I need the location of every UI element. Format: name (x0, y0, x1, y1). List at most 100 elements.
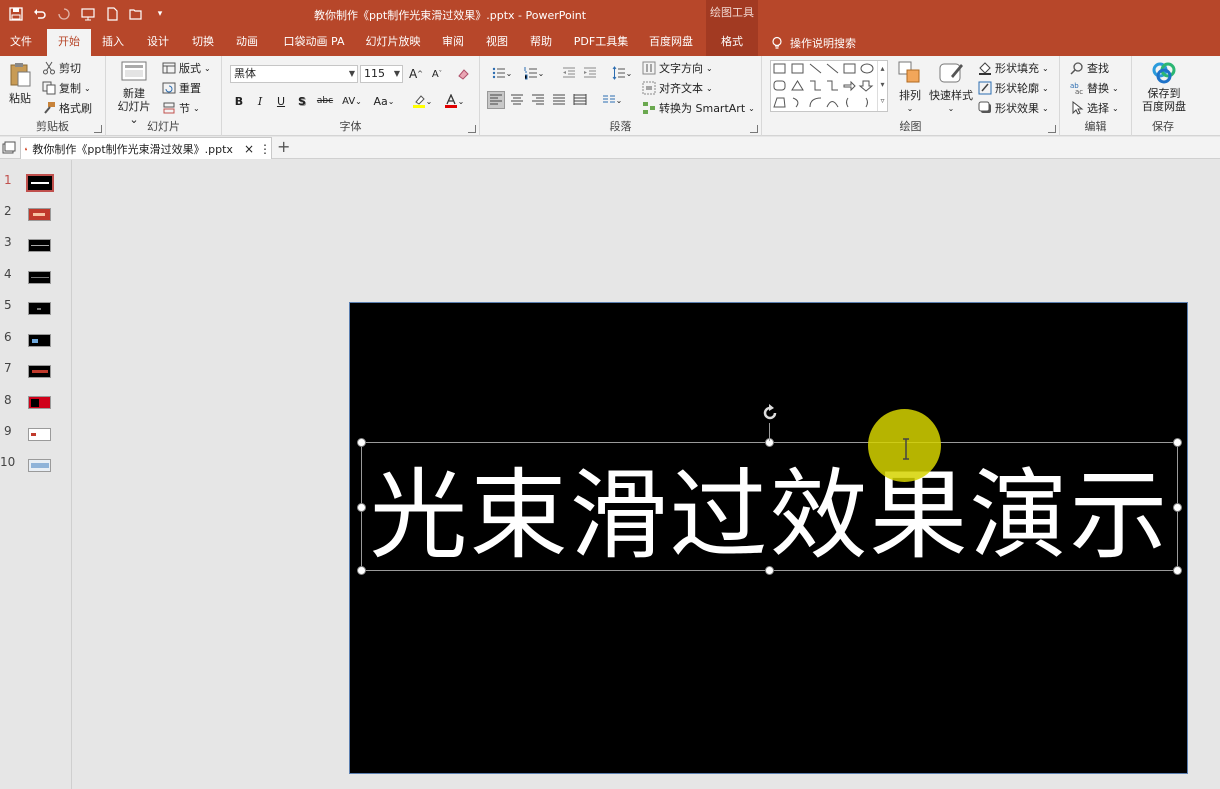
grow-font-button[interactable]: A ^ (407, 65, 425, 83)
new-slide-button[interactable]: 新建 幻灯片 ⌄ (112, 60, 156, 126)
italic-button[interactable]: I (251, 92, 269, 110)
resize-handle-bottom[interactable] (765, 566, 774, 575)
slide-thumbnail-2[interactable] (28, 208, 51, 221)
tab-home[interactable]: 开始 (47, 29, 91, 56)
drawing-launcher-icon[interactable] (1048, 125, 1056, 133)
resize-handle-bottom-left[interactable] (357, 566, 366, 575)
tab-view-toggle-icon[interactable] (2, 141, 16, 158)
columns-button[interactable]: ⌄ (598, 91, 626, 109)
find-button[interactable]: 查找 (1070, 60, 1109, 76)
shape-effects-button[interactable]: 形状效果 ⌄ (978, 100, 1049, 116)
paragraph-group-label: 段落 (609, 120, 632, 133)
tab-baidu-netdisk[interactable]: 百度网盘 (644, 29, 698, 56)
close-tab-icon[interactable]: × (244, 142, 254, 156)
tab-format[interactable]: 格式 (706, 29, 758, 56)
strikethrough-button[interactable]: abc (314, 92, 336, 110)
resize-handle-left[interactable] (357, 503, 366, 512)
quick-styles-button[interactable]: 快速样式 ⌄ (928, 60, 974, 115)
rotate-handle-icon[interactable] (760, 403, 780, 423)
reset-button[interactable]: 重置 (162, 80, 201, 96)
arrange-button[interactable]: 排列 ⌄ (894, 60, 926, 115)
new-tab-icon[interactable]: + (277, 137, 290, 157)
align-center-button[interactable] (508, 91, 526, 109)
slide-thumbnail-1[interactable] (26, 174, 54, 192)
slide-title-text[interactable]: 光束滑过效果演示 (362, 443, 1177, 573)
change-case-button[interactable]: Aa ⌄ (370, 92, 398, 110)
tab-view[interactable]: 视图 (480, 29, 514, 56)
slide-thumbnail-3[interactable] (28, 239, 51, 252)
distributed-button[interactable] (571, 91, 589, 109)
numbering-button[interactable]: ⌄ (520, 64, 548, 82)
paragraph-launcher-icon[interactable] (750, 125, 758, 133)
line-spacing-button[interactable]: ⌄ (608, 64, 636, 82)
tell-me-search[interactable]: 操作说明搜索 (770, 29, 856, 56)
layout-button[interactable]: 版式 ⌄ (162, 60, 211, 76)
copy-button[interactable]: 复制 ⌄ (42, 80, 91, 96)
align-left-button[interactable] (487, 91, 505, 109)
save-to-label-1: 保存到 (1147, 87, 1181, 100)
slide-canvas[interactable]: 光束滑过效果演示 (349, 302, 1188, 774)
resize-handle-top-left[interactable] (357, 438, 366, 447)
resize-handle-bottom-right[interactable] (1173, 566, 1182, 575)
quick-styles-label: 快速样式 (929, 89, 973, 102)
title-text-box[interactable]: 光束滑过效果演示 (357, 438, 1182, 575)
text-direction-button[interactable]: 文字方向 ⌄ (642, 60, 713, 76)
highlight-color-button[interactable]: ⌄ (408, 92, 436, 110)
increase-indent-icon (584, 67, 596, 78)
tab-animations[interactable]: 动画 (230, 29, 264, 56)
rotate-handle-stem (769, 423, 770, 441)
tab-menu-icon[interactable]: ⋮ (259, 142, 271, 156)
document-tab-bar: P 教你制作《ppt制作光束滑过效果》.pptx × ⋮ + (0, 137, 1220, 159)
replace-button[interactable]: ab ac 替换 ⌄ (1070, 80, 1119, 96)
save-to-baidu-button[interactable]: 保存到 百度网盘 (1136, 62, 1192, 113)
editing-group-label: 编辑 (1084, 120, 1107, 133)
bullets-button[interactable]: ⌄ (488, 64, 516, 82)
format-painter-button[interactable]: 格式刷 (42, 100, 92, 116)
font-color-button[interactable]: ⌄ (440, 92, 468, 110)
clear-formatting-button[interactable] (454, 65, 472, 83)
cut-button[interactable]: 剪切 (42, 60, 81, 76)
gallery-scroll-icon[interactable]: ▴ ▾ ▿ (877, 61, 887, 111)
slide-thumbnail-5[interactable] (28, 302, 51, 315)
shape-effects-label: 形状效果 (995, 102, 1039, 115)
font-size-combo[interactable]: 115 ▼ (360, 65, 403, 83)
underline-button[interactable]: U (272, 92, 290, 110)
slide-thumbnail-4[interactable] (28, 271, 51, 284)
paste-button[interactable]: 粘贴 (5, 61, 35, 105)
increase-indent-button[interactable] (581, 64, 599, 82)
slide-thumbnail-10[interactable] (28, 459, 51, 472)
select-button[interactable]: 选择 ⌄ (1070, 100, 1119, 116)
tab-pdf-tools[interactable]: PDF工具集 (568, 29, 634, 56)
align-right-button[interactable] (529, 91, 547, 109)
resize-handle-top-right[interactable] (1173, 438, 1182, 447)
tab-insert[interactable]: 插入 (96, 29, 130, 56)
font-launcher-icon[interactable] (468, 125, 476, 133)
shrink-font-button[interactable]: Aˇ (428, 65, 446, 83)
tab-transitions[interactable]: 切换 (186, 29, 220, 56)
font-name-combo[interactable]: 黑体 ▼ (230, 65, 358, 83)
align-text-button[interactable]: 对齐文本 ⌄ (642, 80, 713, 96)
character-spacing-button[interactable]: AV ⌄ (338, 92, 366, 110)
clipboard-launcher-icon[interactable] (94, 125, 102, 133)
slide-thumbnail-6[interactable] (28, 334, 51, 347)
tab-file[interactable]: 文件 (2, 29, 40, 56)
decrease-indent-button[interactable] (560, 64, 578, 82)
shadow-button[interactable]: S (293, 92, 311, 110)
bold-button[interactable]: B (230, 92, 248, 110)
shape-gallery[interactable]: ▴ ▾ ▿ (770, 60, 888, 112)
slide-thumbnail-9[interactable] (28, 428, 51, 441)
tab-slideshow[interactable]: 幻灯片放映 (360, 29, 426, 56)
resize-handle-right[interactable] (1173, 503, 1182, 512)
shape-outline-button[interactable]: 形状轮廓 ⌄ (978, 80, 1049, 96)
section-button[interactable]: 节 ⌄ (162, 100, 200, 116)
tab-review[interactable]: 审阅 (436, 29, 470, 56)
slide-thumbnail-8[interactable] (28, 396, 51, 409)
justify-button[interactable] (550, 91, 568, 109)
tab-design[interactable]: 设计 (141, 29, 175, 56)
slide-thumbnail-7[interactable] (28, 365, 51, 378)
tab-pocket-animation[interactable]: 口袋动画 PA (278, 29, 350, 56)
tab-help[interactable]: 帮助 (524, 29, 558, 56)
document-tab[interactable]: P 教你制作《ppt制作光束滑过效果》.pptx × ⋮ (20, 137, 272, 159)
convert-to-smartart-button[interactable]: 转换为 SmartArt ⌄ (642, 100, 755, 116)
shape-fill-button[interactable]: 形状填充 ⌄ (978, 60, 1049, 76)
